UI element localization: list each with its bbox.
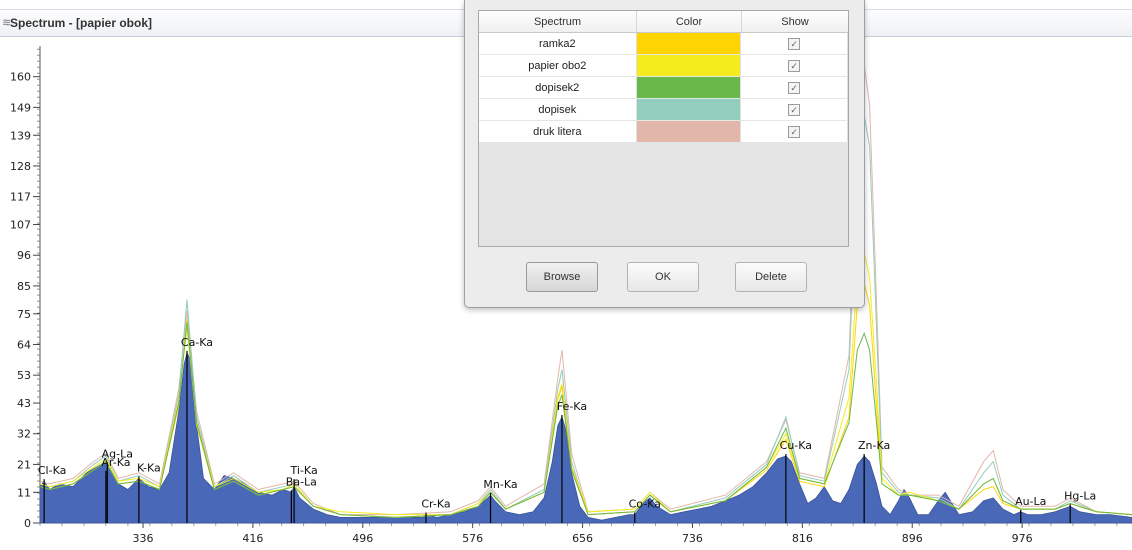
peak-label: Fe-Ka [557,400,587,413]
spectrum-name-cell: dopisek [479,99,637,120]
y-tick-label: 21 [17,458,31,471]
browse-button[interactable]: Browse [526,262,598,292]
x-tick-label: 576 [462,532,483,545]
table-header: Spectrum Color Show [479,11,848,33]
x-tick-label: 816 [792,532,813,545]
x-tick-label: 656 [572,532,593,545]
show-checkbox[interactable]: ✓ [788,81,801,94]
table-row[interactable]: ramka2 ✓ [479,33,849,55]
show-checkbox[interactable]: ✓ [788,59,801,72]
spectrum-window: ≋ Spectrum - [papier obok] 0 11 21 32 43 53 64… [0,0,1132,550]
y-tick-label: 149 [10,101,31,114]
delete-button[interactable]: Delete [735,262,807,292]
table-row[interactable]: dopisek2 ✓ [479,77,849,99]
show-cell: ✓ [741,55,849,76]
peak-label: K-Ka [137,461,161,474]
y-tick-label: 75 [17,308,31,321]
spectrum-name-cell: papier obo2 [479,55,637,76]
y-tick-label: 160 [10,71,31,84]
y-tick-label: 53 [17,369,31,382]
x-tick-label: 736 [682,532,703,545]
peak-label: Cu-Ka [780,439,812,452]
series-area-papier-obok [39,351,1132,524]
show-checkbox[interactable]: ✓ [788,125,801,138]
peak-label: Mn-Ka [483,478,517,491]
color-swatch[interactable] [636,77,741,98]
column-header-color[interactable]: Color [637,11,742,32]
peak-label: Cl-Ka [38,464,66,477]
peak-label: Au-La [1015,495,1046,508]
color-cell[interactable] [636,121,742,142]
column-header-show[interactable]: Show [742,11,848,32]
show-cell: ✓ [741,99,849,120]
color-cell[interactable] [636,99,742,120]
peak-label: Ar-Ka [101,456,130,469]
table-row[interactable]: dopisek ✓ [479,99,849,121]
y-tick-label: 11 [17,486,31,499]
window-title: Spectrum - [papier obok] [10,16,153,30]
y-tick-label: 64 [17,338,31,351]
peak-label: Cr-Ka [421,498,450,511]
peak-label: Ca-Ka [181,336,213,349]
y-tick-label: 117 [10,191,31,204]
x-tick-label: 416 [242,532,263,545]
color-cell[interactable] [636,33,742,54]
color-cell[interactable] [636,55,742,76]
x-tick-label: 336 [133,532,154,545]
y-tick-label: 128 [10,160,31,173]
color-swatch[interactable] [636,55,741,76]
table-row[interactable]: papier obo2 ✓ [479,55,849,77]
spectrum-color-dialog: Spectrum Color Show ramka2 ✓ papier obo2 ✓ d… [464,0,865,308]
peak-label: Zn-Ka [858,439,890,452]
show-cell: ✓ [741,77,849,98]
y-tick-label: 96 [17,249,31,262]
show-checkbox[interactable]: ✓ [788,103,801,116]
spectrum-name-cell: dopisek2 [479,77,637,98]
table-row[interactable]: druk litera ✓ [479,121,849,143]
color-cell[interactable] [636,77,742,98]
x-tick-label: 496 [352,532,373,545]
ok-button[interactable]: OK [627,262,699,292]
y-tick-label: 32 [17,428,31,441]
y-tick-label: 43 [17,397,31,410]
show-cell: ✓ [741,33,849,54]
x-tick-label: 976 [1012,532,1033,545]
y-tick-label: 85 [17,280,31,293]
spectrum-name-cell: druk litera [479,121,637,142]
show-checkbox[interactable]: ✓ [788,37,801,50]
show-cell: ✓ [741,121,849,142]
spectrum-table: Spectrum Color Show ramka2 ✓ papier obo2 ✓ d… [478,10,849,247]
color-swatch[interactable] [636,99,741,120]
column-header-spectrum[interactable]: Spectrum [479,11,637,32]
table-body: ramka2 ✓ papier obo2 ✓ dopisek2 ✓ dopisek ✓ druk… [479,33,849,143]
peak-label: Co-Ka [629,498,661,511]
peak-label: Ba-La [286,475,317,488]
y-tick-label: 139 [10,129,31,142]
y-tick-label: 107 [10,219,31,232]
peak-label: Hg-La [1064,489,1096,502]
y-tick-label: 0 [24,517,31,530]
color-swatch[interactable] [636,121,741,142]
x-tick-label: 896 [902,532,923,545]
spectrum-name-cell: ramka2 [479,33,637,54]
color-swatch[interactable] [636,33,741,54]
